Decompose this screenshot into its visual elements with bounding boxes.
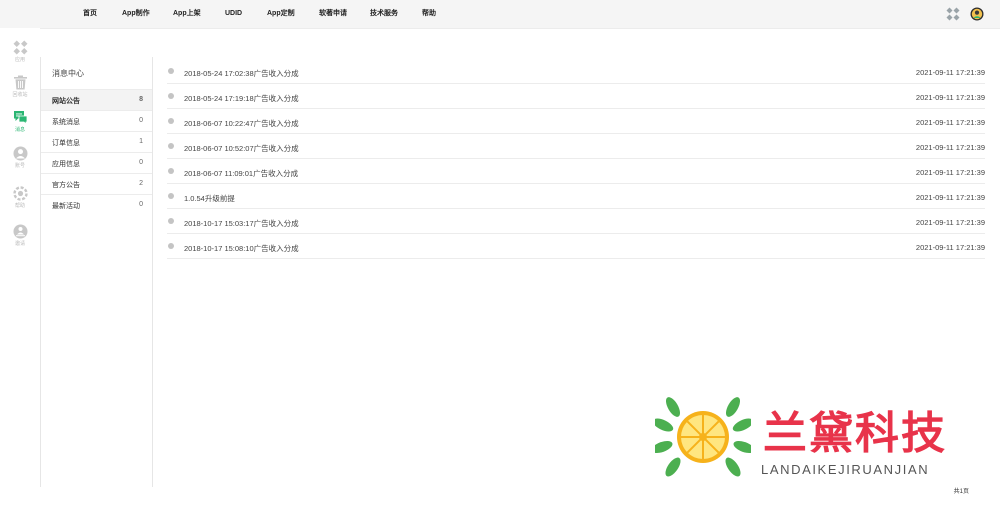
message-title: 2018-10-17 15:03:17广告收入分成 xyxy=(184,219,299,228)
list-item[interactable]: 2018-10-17 15:08:10广告收入分成 2021-09-11 17:… xyxy=(167,234,985,259)
message-time: 2021-09-11 17:21:39 xyxy=(915,143,985,152)
menu-item-label: 最新活动 xyxy=(52,203,80,210)
apps-grid-icon xyxy=(13,40,28,55)
unread-dot xyxy=(168,118,174,124)
unread-dot xyxy=(168,168,174,174)
trash-icon xyxy=(14,75,27,90)
nav-help[interactable]: 帮助 xyxy=(422,0,436,28)
nav-app-custom[interactable]: App定制 xyxy=(267,0,295,28)
sidebar-item-messages[interactable]: 消息 xyxy=(0,110,40,136)
sidebar-item-label: 邀请 xyxy=(14,241,25,247)
unread-dot xyxy=(168,93,174,99)
menu-item-label: 系统消息 xyxy=(52,119,80,126)
menu-item-label: 官方公告 xyxy=(52,182,80,189)
list-item[interactable]: 2018-06-07 10:52:07广告收入分成 2021-09-11 17:… xyxy=(167,134,985,159)
user-avatar-icon[interactable] xyxy=(970,7,984,21)
icon-sidebar: 应用 回收站 消息 账号 帮助 邀请 xyxy=(0,28,40,513)
sidebar-item-help[interactable]: 帮助 xyxy=(0,186,40,212)
sidebar-item-trash[interactable]: 回收站 xyxy=(0,75,40,101)
menu-item-system[interactable]: 系统消息 0 xyxy=(41,110,152,131)
menu-item-apps[interactable]: 应用信息 0 xyxy=(41,152,152,173)
message-title: 2018-06-07 11:09:01广告收入分成 xyxy=(184,169,299,178)
orange-wreath-logo-icon xyxy=(655,397,751,477)
list-item[interactable]: 2018-05-24 17:19:18广告收入分成 2021-09-11 17:… xyxy=(167,84,985,109)
unread-dot xyxy=(168,193,174,199)
sidebar-item-label: 消息 xyxy=(14,127,25,133)
invite-icon xyxy=(13,224,28,239)
top-navbar: 首页 App制作 App上架 UDID App定制 软著申请 技术服务 帮助 xyxy=(0,0,1000,29)
menu-item-count: 0 xyxy=(139,159,143,166)
message-title: 2018-10-17 15:08:10广告收入分成 xyxy=(184,244,299,253)
message-center-menu: 消息中心 网站公告 8 系统消息 0 订单信息 1 应用信息 0 官方公告 2 … xyxy=(40,57,153,487)
message-time: 2021-09-11 17:21:39 xyxy=(915,93,985,102)
list-item[interactable]: 1.0.54升级前提 2021-09-11 17:21:39 xyxy=(167,184,985,209)
message-time: 2021-09-11 17:21:39 xyxy=(915,168,985,177)
message-time: 2021-09-11 17:21:39 xyxy=(915,193,985,202)
unread-dot xyxy=(168,68,174,74)
pagination-total: 共1页 xyxy=(953,489,969,495)
sidebar-item-account[interactable]: 账号 xyxy=(0,146,40,172)
message-title: 2018-05-24 17:02:38广告收入分成 xyxy=(184,69,299,78)
list-item[interactable]: 2018-10-17 15:03:17广告收入分成 2021-09-11 17:… xyxy=(167,209,985,234)
message-title: 2018-05-24 17:19:18广告收入分成 xyxy=(184,94,299,103)
message-time: 2021-09-11 17:21:39 xyxy=(915,243,985,252)
menu-item-activities[interactable]: 最新活动 0 xyxy=(41,194,152,215)
help-icon xyxy=(13,186,28,201)
nav-app-make[interactable]: App制作 xyxy=(122,0,150,28)
sidebar-item-label: 应用 xyxy=(14,57,25,63)
nav-copyright[interactable]: 软著申请 xyxy=(319,0,347,28)
apps-grid-icon[interactable] xyxy=(946,7,960,21)
message-title: 2018-06-07 10:22:47广告收入分成 xyxy=(184,119,299,128)
watermark-cn-text: 兰黛科技 xyxy=(763,408,947,459)
menu-item-count: 2 xyxy=(139,180,143,187)
unread-dot xyxy=(168,143,174,149)
message-time: 2021-09-11 17:21:39 xyxy=(915,118,985,127)
menu-item-label: 网站公告 xyxy=(52,98,80,105)
menu-item-site-notice[interactable]: 网站公告 8 xyxy=(41,89,152,110)
unread-dot xyxy=(168,243,174,249)
menu-item-count: 0 xyxy=(139,201,143,208)
message-time: 2021-09-11 17:21:39 xyxy=(915,68,985,77)
message-icon xyxy=(14,111,28,125)
menu-item-orders[interactable]: 订单信息 1 xyxy=(41,131,152,152)
menu-item-label: 订单信息 xyxy=(52,140,80,147)
nav-udid[interactable]: UDID xyxy=(225,0,242,28)
watermark-logo: 兰黛科技 LANDAIKEJIRUANJIAN xyxy=(655,397,975,481)
menu-title: 消息中心 xyxy=(52,69,84,78)
menu-item-count: 8 xyxy=(139,96,143,103)
list-item[interactable]: 2018-05-24 17:02:38广告收入分成 2021-09-11 17:… xyxy=(167,59,985,84)
list-item[interactable]: 2018-06-07 11:09:01广告收入分成 2021-09-11 17:… xyxy=(167,159,985,184)
nav-app-publish[interactable]: App上架 xyxy=(173,0,201,28)
watermark-en-text: LANDAIKEJIRUANJIAN xyxy=(761,462,930,477)
sidebar-item-label: 帮助 xyxy=(14,203,25,209)
sidebar-item-label: 账号 xyxy=(14,163,25,169)
account-icon xyxy=(13,146,28,161)
sidebar-item-apps[interactable]: 应用 xyxy=(0,40,40,66)
unread-dot xyxy=(168,218,174,224)
message-title: 2018-06-07 10:52:07广告收入分成 xyxy=(184,144,299,153)
message-time: 2021-09-11 17:21:39 xyxy=(915,218,985,227)
menu-item-official[interactable]: 官方公告 2 xyxy=(41,173,152,194)
nav-tech-service[interactable]: 技术服务 xyxy=(370,0,398,28)
nav-home[interactable]: 首页 xyxy=(83,0,97,28)
menu-item-label: 应用信息 xyxy=(52,161,80,168)
menu-item-count: 0 xyxy=(139,117,143,124)
menu-item-count: 1 xyxy=(139,138,143,145)
sidebar-item-label: 回收站 xyxy=(12,92,28,98)
list-item[interactable]: 2018-06-07 10:22:47广告收入分成 2021-09-11 17:… xyxy=(167,109,985,134)
message-title: 1.0.54升级前提 xyxy=(184,194,235,203)
sidebar-item-invite[interactable]: 邀请 xyxy=(0,224,40,250)
